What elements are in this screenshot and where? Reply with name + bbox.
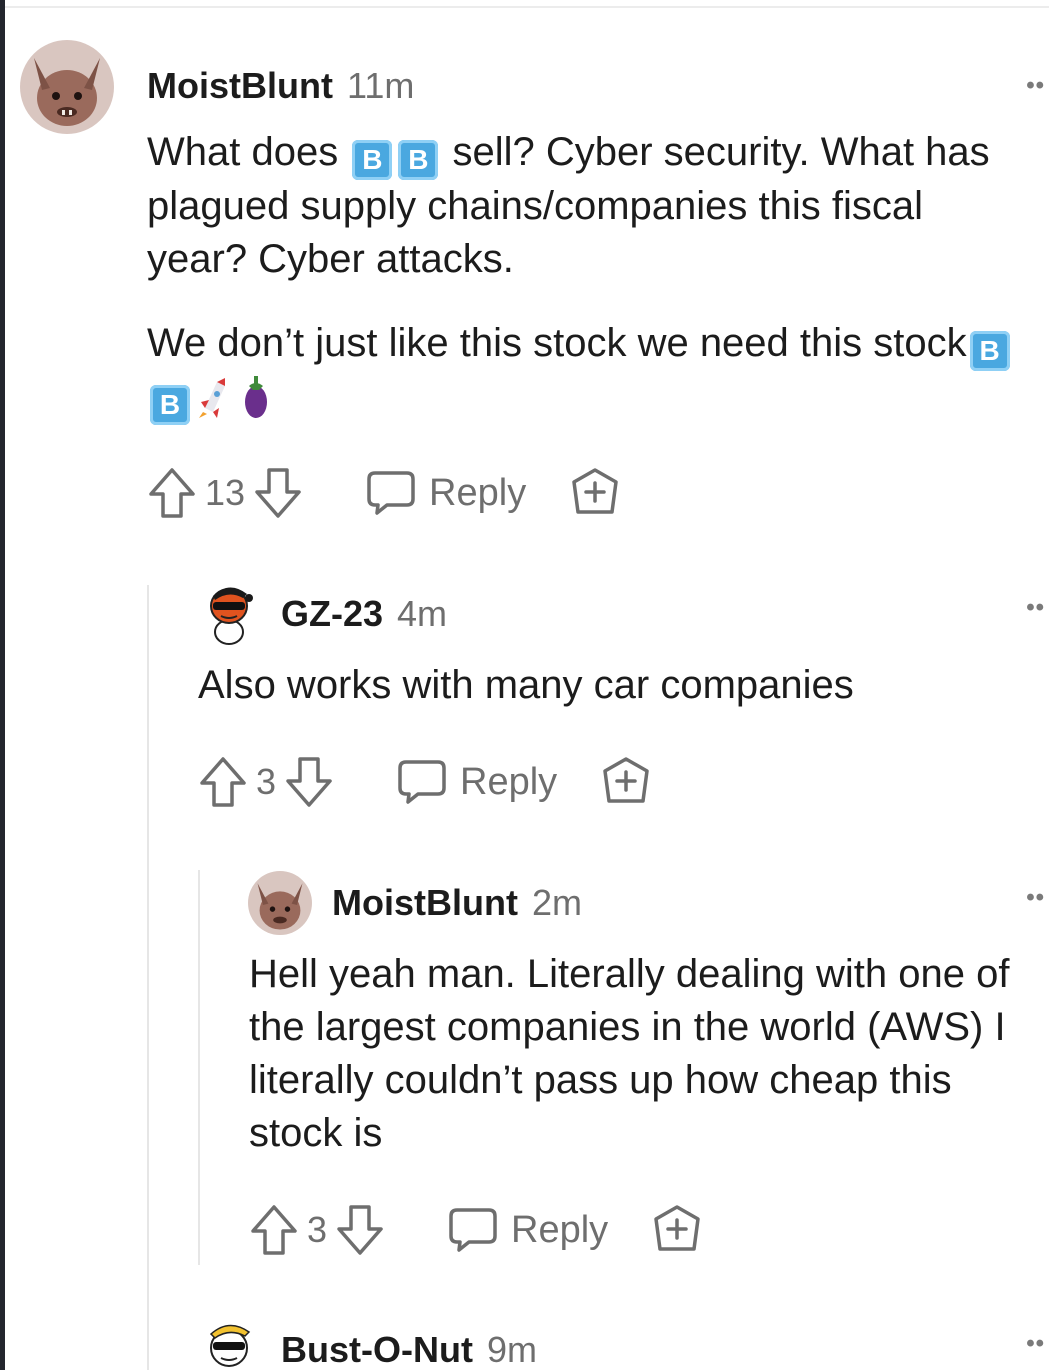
eggplant-emoji — [239, 372, 273, 420]
reply-icon — [447, 1206, 499, 1254]
author-name[interactable]: MoistBlunt — [147, 65, 333, 106]
comment-body: Also works with many car companies — [198, 663, 854, 707]
reply-label: Reply — [511, 1208, 609, 1251]
avatar[interactable] — [248, 871, 312, 935]
more-options-icon[interactable]: •• — [1026, 884, 1045, 912]
thread-line-level-1[interactable] — [147, 585, 149, 1370]
award-icon[interactable] — [599, 755, 653, 809]
avatar-image — [210, 587, 253, 645]
avatar[interactable] — [20, 40, 114, 134]
avatar[interactable] — [205, 580, 257, 646]
comment-meta: GZ-23 4m — [281, 593, 447, 635]
author-name[interactable]: MoistBlunt — [332, 882, 518, 923]
comment-meta: Bust-O-Nut 9m — [281, 1329, 537, 1370]
timestamp: 4m — [397, 593, 448, 634]
downvote-icon[interactable] — [284, 755, 334, 809]
timestamp: 9m — [486, 1329, 537, 1370]
comment-meta: MoistBlunt 11m — [147, 65, 414, 107]
avatar[interactable] — [205, 1316, 257, 1370]
reply-button[interactable]: Reply — [447, 1206, 608, 1254]
comment-body: What does BB sell? Cyber security. What … — [147, 126, 1027, 425]
reply-button[interactable]: Reply — [365, 469, 526, 517]
avatar-image — [209, 1324, 251, 1367]
timestamp: 11m — [346, 65, 415, 106]
upvote-icon[interactable] — [249, 1203, 299, 1257]
upvote-icon[interactable] — [198, 755, 248, 809]
b-emoji: B — [969, 331, 1010, 371]
comment-actions: 3 Reply — [249, 1200, 704, 1260]
award-icon[interactable] — [568, 466, 622, 520]
paragraph: We don’t just like this stock we need th… — [147, 317, 1027, 425]
downvote-icon[interactable] — [253, 466, 303, 520]
b-emoji: B — [150, 385, 190, 425]
downvote-icon[interactable] — [335, 1203, 385, 1257]
more-options-icon[interactable]: •• — [1026, 72, 1045, 100]
text-segment: What does — [147, 130, 350, 174]
avatar-image — [20, 40, 114, 134]
reply-icon — [396, 758, 448, 806]
paragraph: What does BB sell? Cyber security. What … — [147, 126, 1027, 286]
comment-actions: 13 Reply — [147, 463, 622, 523]
reply-label: Reply — [460, 760, 558, 803]
comment-meta: MoistBlunt 2m — [332, 882, 582, 924]
text-segment: We don’t just like this stock we need th… — [147, 321, 967, 365]
avatar-image — [248, 871, 312, 935]
b-emoji: B — [398, 140, 439, 180]
more-options-icon[interactable]: •• — [1026, 1330, 1045, 1358]
comment-actions: 3 Reply — [198, 752, 653, 812]
reply-label: Reply — [429, 471, 527, 514]
upvote-icon[interactable] — [147, 466, 197, 520]
author-name[interactable]: GZ-23 — [281, 593, 383, 634]
rocket-emoji — [197, 372, 231, 420]
timestamp: 2m — [531, 882, 582, 923]
vote-count: 13 — [205, 472, 246, 513]
author-name[interactable]: Bust-O-Nut — [281, 1329, 473, 1370]
reply-icon — [365, 469, 417, 517]
comment-body: Hell yeah man. Literally dealing with on… — [249, 952, 1010, 1155]
thread-line-level-2[interactable] — [198, 870, 200, 1265]
b-emoji: B — [352, 140, 393, 180]
reply-button[interactable]: Reply — [396, 758, 557, 806]
comment: MoistBlunt 11m •• What does BB sell? Cybe… — [0, 0, 1049, 540]
award-icon[interactable] — [650, 1203, 704, 1257]
vote-count: 3 — [307, 1209, 328, 1250]
vote-count: 3 — [256, 761, 277, 802]
more-options-icon[interactable]: •• — [1026, 594, 1045, 622]
